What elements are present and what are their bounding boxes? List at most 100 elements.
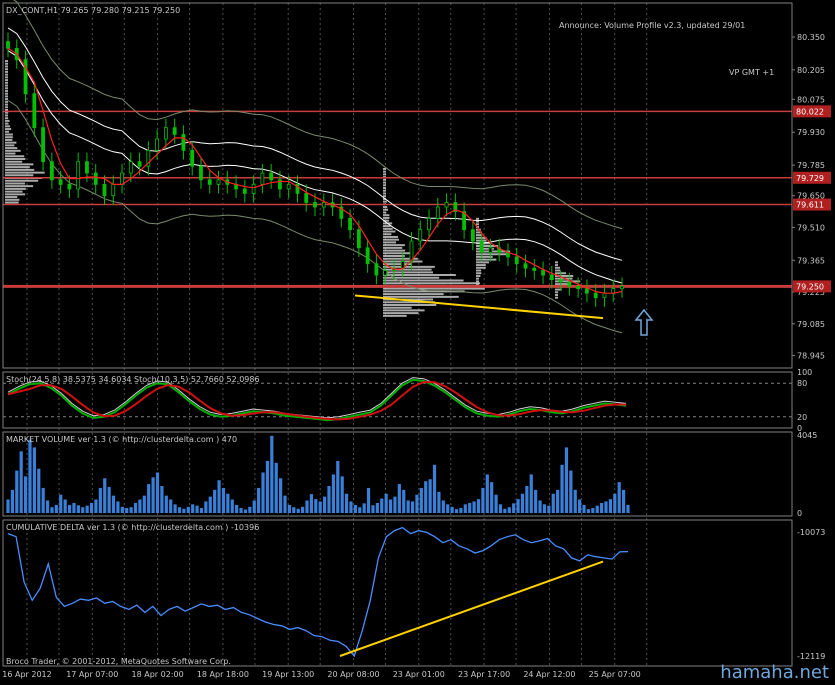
y-tick-label: 79.510 bbox=[797, 223, 825, 232]
volume-bar bbox=[199, 507, 204, 513]
x-tick-label: 18 Apr 18:00 bbox=[197, 670, 249, 679]
candle-body bbox=[111, 183, 116, 197]
volume-bar bbox=[534, 489, 538, 513]
candle-body bbox=[286, 183, 291, 190]
candle-body bbox=[76, 161, 81, 190]
volume-bar bbox=[59, 494, 63, 513]
volume-bar bbox=[582, 504, 586, 513]
volume-bar bbox=[6, 499, 10, 513]
volume-bar bbox=[85, 505, 89, 513]
volume-bar bbox=[252, 500, 256, 513]
x-tick-label: 25 Apr 07:00 bbox=[589, 670, 641, 679]
volume-bar bbox=[19, 451, 23, 513]
volume-bar bbox=[419, 487, 423, 513]
volume-bar bbox=[116, 501, 120, 513]
volume-bar bbox=[358, 507, 362, 513]
candle-body bbox=[155, 138, 160, 151]
candle-body bbox=[356, 229, 361, 249]
candle-body bbox=[242, 188, 247, 194]
volume-bar bbox=[239, 507, 243, 513]
volume-bar bbox=[195, 505, 199, 513]
price-level-label: 79.250 bbox=[796, 282, 824, 291]
volume-bar bbox=[301, 506, 305, 513]
volume-bar bbox=[503, 508, 507, 513]
volume-bar bbox=[191, 504, 195, 513]
candle-body bbox=[470, 229, 475, 242]
volume-bar bbox=[569, 470, 573, 513]
candle-body bbox=[58, 179, 63, 185]
volume-bar bbox=[613, 493, 617, 513]
trading-chart[interactable]: 16 Apr 2012 17 Apr 07:00 18 Apr 02:00 18 Ap… bbox=[0, 0, 835, 685]
volume-bar bbox=[463, 504, 467, 513]
y-tick-label: 79.785 bbox=[797, 161, 825, 170]
volume-bar bbox=[111, 495, 116, 513]
y-tick-label: 80.075 bbox=[797, 95, 825, 104]
candle-body bbox=[383, 270, 388, 276]
candle-body bbox=[49, 161, 54, 181]
candle-body bbox=[435, 206, 440, 219]
volume-bar bbox=[608, 499, 613, 513]
volume-bar bbox=[125, 507, 129, 513]
volume-bar bbox=[538, 500, 542, 513]
volume-bar bbox=[107, 486, 111, 513]
volume-bar bbox=[498, 504, 503, 513]
copyright-text: Broco Trader, © 2001-2012, MetaQuotes So… bbox=[6, 657, 231, 666]
volume-bar bbox=[331, 474, 335, 513]
volume-bar bbox=[283, 495, 287, 513]
stoch-title: Stoch(24,5,8) 38.5375 34.6034 Stoch(10,3… bbox=[6, 375, 260, 384]
volume-bar bbox=[94, 499, 98, 513]
volume-bar bbox=[454, 509, 459, 513]
candle-body bbox=[163, 127, 168, 140]
watermark: hamaha.net bbox=[720, 662, 829, 683]
volume-bar bbox=[72, 502, 76, 513]
volume-bar bbox=[142, 495, 146, 513]
candle-body bbox=[67, 183, 72, 190]
volume-bar bbox=[600, 502, 604, 513]
volume-bar bbox=[32, 447, 36, 513]
volume-y-label: 0 bbox=[797, 509, 802, 518]
price-level-label: 80.022 bbox=[796, 107, 824, 116]
volume-bar bbox=[595, 505, 599, 513]
candle-body bbox=[523, 263, 528, 269]
volume-bar bbox=[133, 502, 138, 513]
candle-body bbox=[488, 247, 493, 253]
volume-bar bbox=[204, 501, 208, 513]
vp-gmt-text: VP GMT +1 bbox=[729, 68, 774, 77]
volume-bar bbox=[248, 506, 252, 513]
volume-bar bbox=[208, 496, 212, 513]
volume-bar bbox=[81, 507, 85, 513]
volume-bar bbox=[424, 481, 428, 513]
volume-bar bbox=[41, 487, 45, 513]
volume-bar bbox=[340, 476, 344, 513]
candle-body bbox=[251, 183, 256, 194]
volume-bar bbox=[380, 498, 384, 513]
volume-bar bbox=[437, 491, 441, 513]
candle-body bbox=[365, 247, 370, 265]
volume-bar bbox=[415, 494, 419, 513]
volume-bar bbox=[270, 435, 274, 513]
volume-bar bbox=[573, 489, 577, 513]
y-tick-label: 80.205 bbox=[797, 66, 825, 75]
volume-bar bbox=[441, 500, 445, 513]
candle-body bbox=[514, 256, 519, 265]
volume-title: MARKET VOLUME ver 1.3 (© http://clusterd… bbox=[6, 435, 237, 444]
volume-bar bbox=[120, 506, 124, 513]
volume-bar bbox=[213, 489, 217, 513]
volume-bar bbox=[604, 501, 608, 513]
volume-bar bbox=[622, 489, 626, 513]
volume-bar bbox=[362, 503, 366, 513]
candle-body bbox=[120, 172, 124, 185]
candle-body bbox=[541, 270, 545, 276]
volume-bar bbox=[586, 509, 591, 513]
volume-bar bbox=[349, 501, 353, 513]
volume-bar bbox=[155, 472, 160, 513]
volume-bar bbox=[305, 500, 309, 513]
x-tick-label: 24 Apr 12:00 bbox=[523, 670, 575, 679]
volume-bar bbox=[468, 502, 472, 513]
x-tick-label: 23 Apr 17:00 bbox=[458, 670, 510, 679]
volume-bar bbox=[402, 489, 406, 513]
volume-bar bbox=[147, 484, 151, 513]
volume-bar bbox=[507, 507, 511, 513]
volume-bar bbox=[564, 447, 569, 513]
candle-body bbox=[444, 202, 449, 208]
